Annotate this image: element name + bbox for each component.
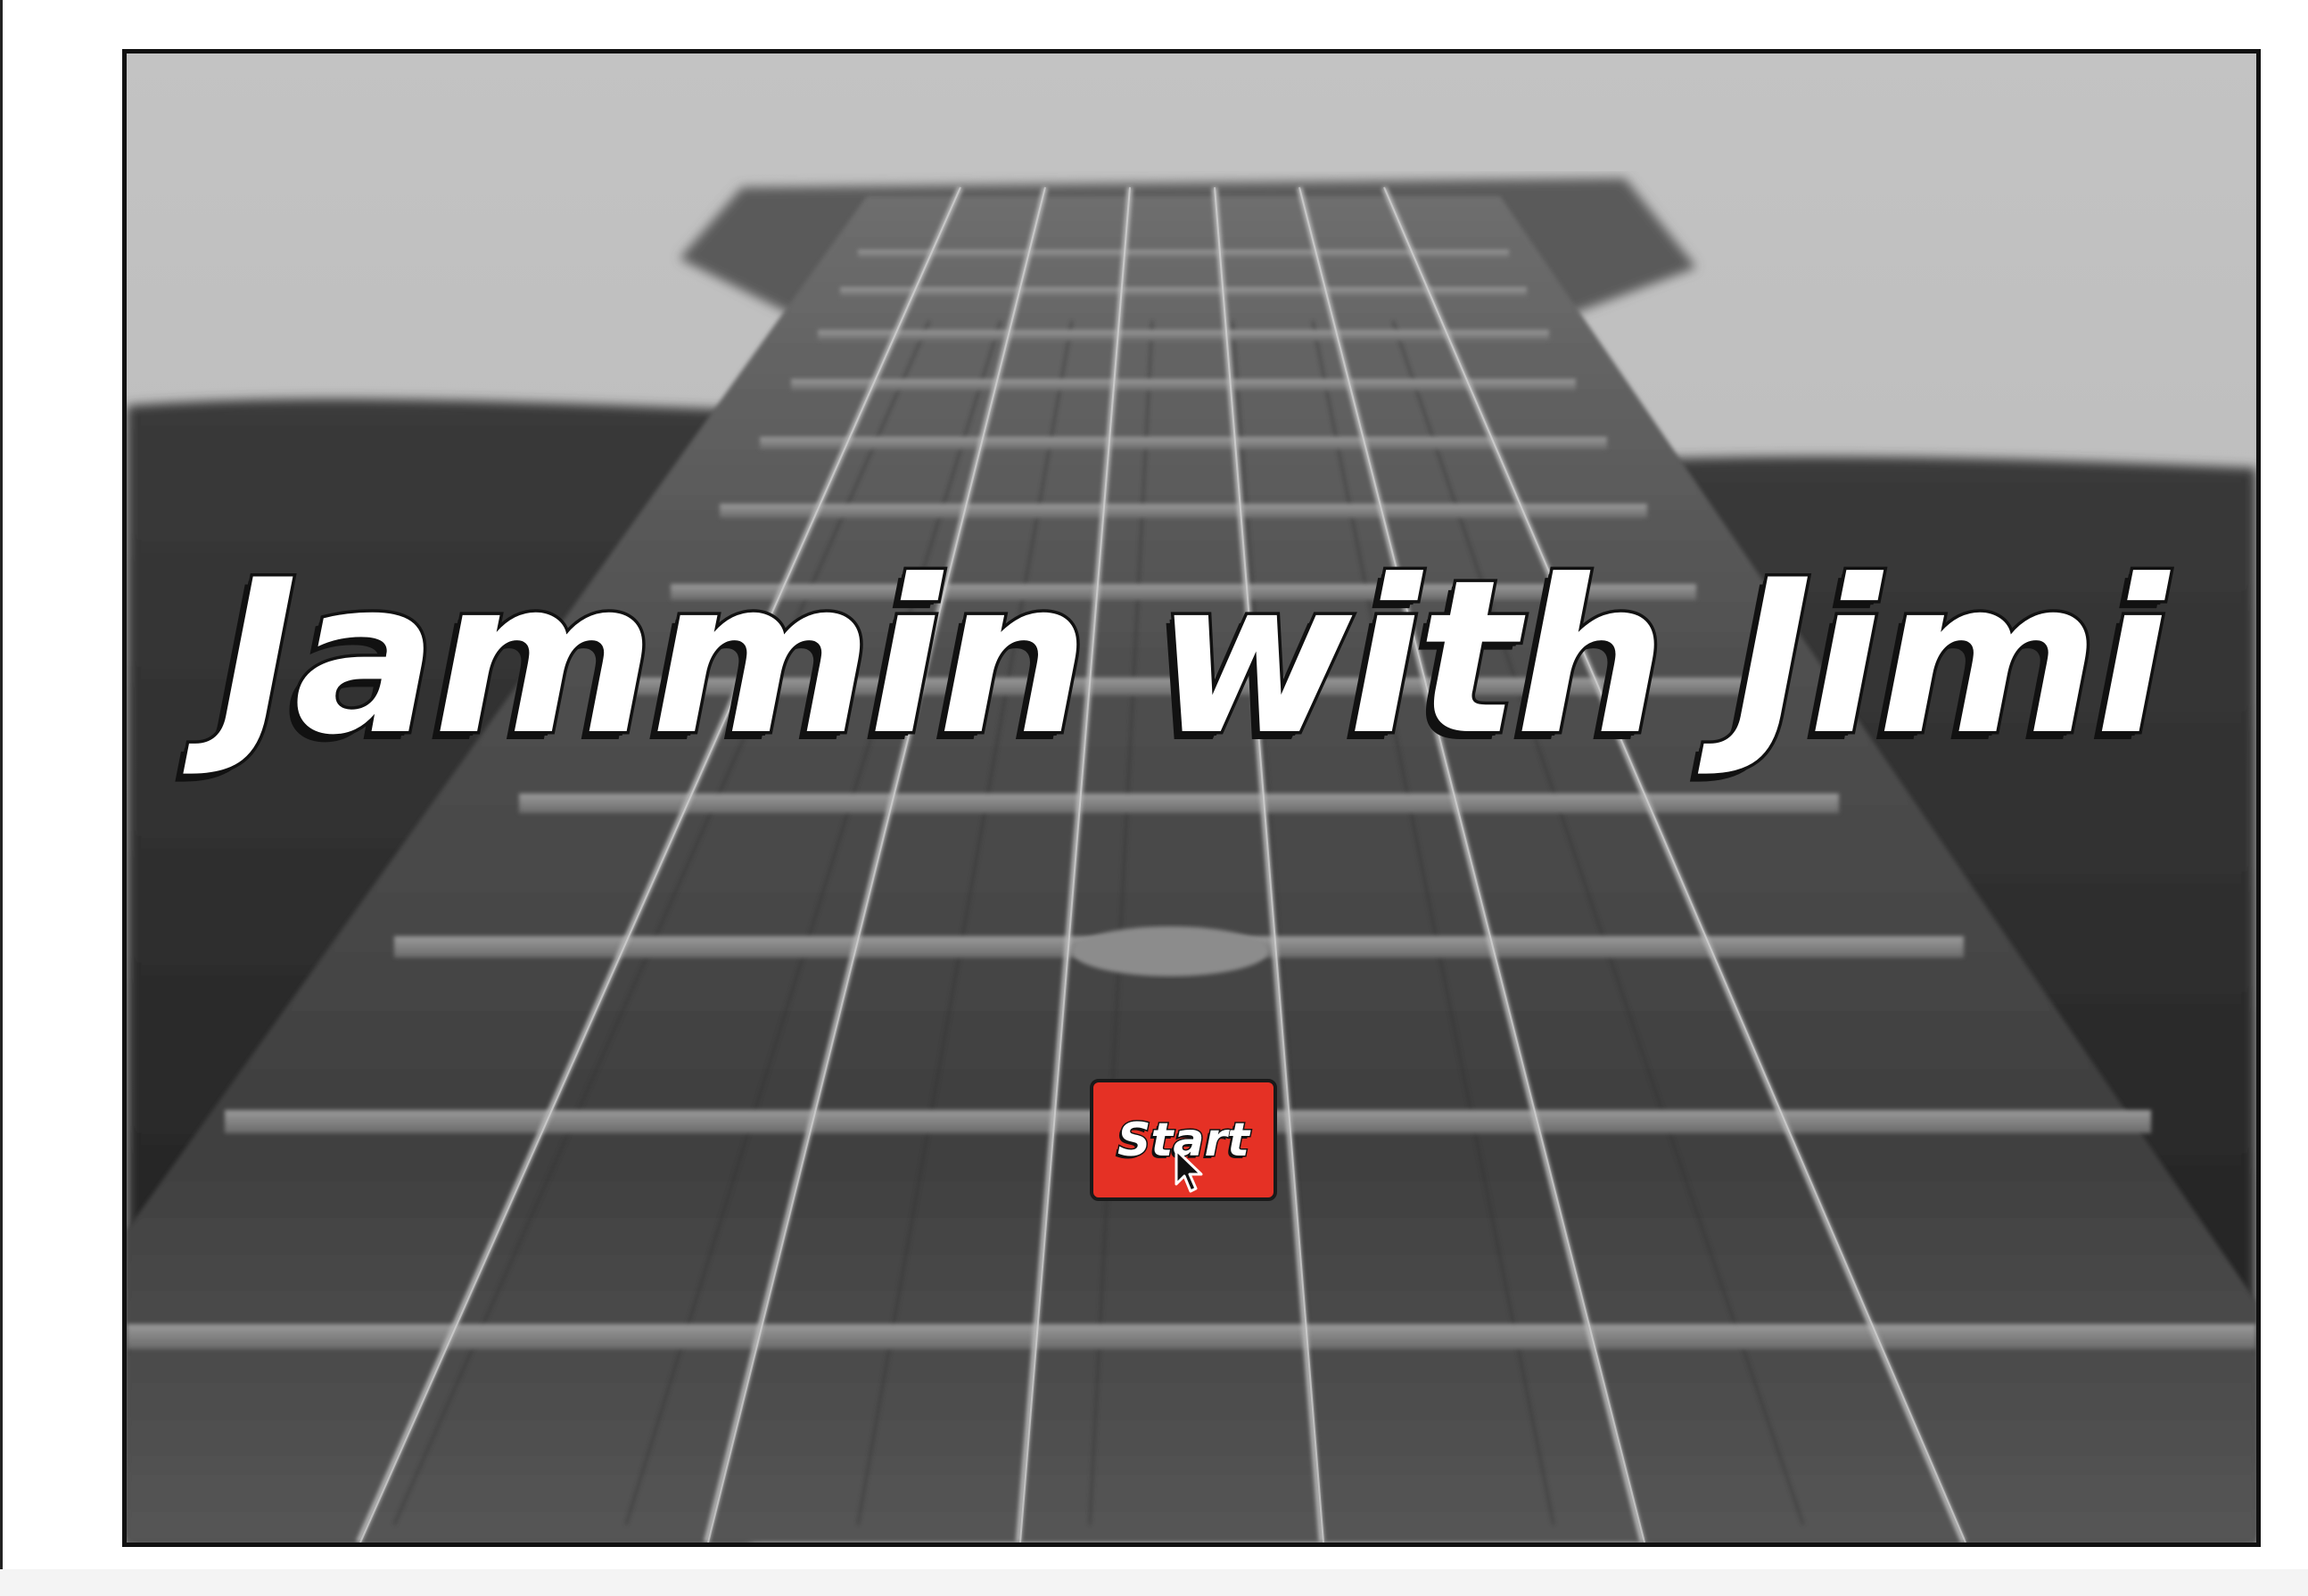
game-title: Jammin with Jimi (215, 535, 2171, 782)
mouse-pointer-icon (1175, 1148, 1203, 1193)
bottom-strip (0, 1569, 2308, 1596)
page: Jammin with Jimi Start (0, 0, 2308, 1596)
guitar-fretboard-background (127, 53, 2256, 1543)
game-canvas[interactable]: Jammin with Jimi Start (122, 49, 2261, 1547)
left-border-line (0, 0, 3, 1569)
